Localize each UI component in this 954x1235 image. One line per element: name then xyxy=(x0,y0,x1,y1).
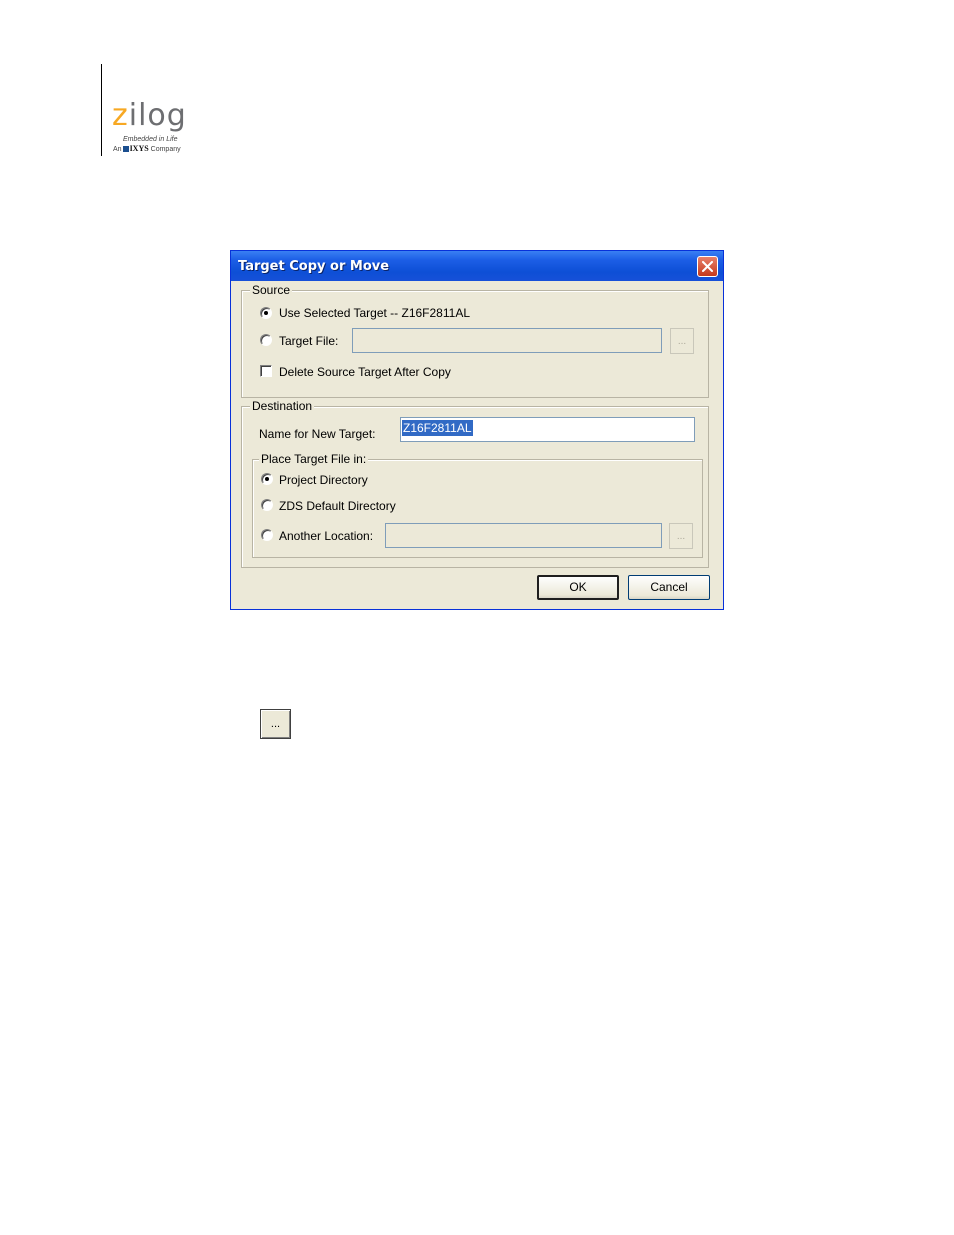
target-file-radio[interactable] xyxy=(260,334,272,346)
delete-source-checkbox[interactable] xyxy=(260,365,272,377)
new-target-name-value: Z16F2811AL xyxy=(402,420,473,436)
ok-button[interactable]: OK xyxy=(537,575,619,600)
new-target-name-input[interactable]: Z16F2811AL xyxy=(400,417,695,442)
use-selected-target-radio[interactable] xyxy=(260,307,272,319)
project-directory-label: Project Directory xyxy=(279,473,368,487)
dialog-title: Target Copy or Move xyxy=(238,259,390,274)
manual-page: zilog Embedded in Life An IXYS Company Ta… xyxy=(0,0,954,1235)
source-group: Source Use Selected Target -- Z16F2811AL… xyxy=(241,283,709,398)
destination-group: Destination Name for New Target: Z16F281… xyxy=(241,399,709,568)
source-legend: Source xyxy=(250,283,293,297)
zds-default-directory-radio[interactable] xyxy=(261,499,273,511)
browse-button[interactable]: ... xyxy=(260,709,291,739)
margin-rule xyxy=(101,64,102,156)
target-file-browse-button[interactable]: ... xyxy=(670,328,694,354)
another-location-radio[interactable] xyxy=(261,529,273,541)
ixys-mark-icon xyxy=(122,146,129,152)
another-location-input[interactable] xyxy=(385,523,662,548)
dialog-titlebar[interactable]: Target Copy or Move xyxy=(231,251,723,281)
place-target-group: Place Target File in: Project Directory … xyxy=(252,452,703,558)
zilog-logo: zilog Embedded in Life An IXYS Company xyxy=(112,100,202,155)
logo-wordmark: zilog xyxy=(112,98,187,133)
logo-company-line: An IXYS Company xyxy=(113,144,181,153)
close-icon xyxy=(702,261,713,272)
target-file-input[interactable] xyxy=(352,328,662,353)
target-file-label: Target File: xyxy=(279,334,339,348)
use-selected-target-label: Use Selected Target -- Z16F2811AL xyxy=(279,306,470,320)
target-copy-dialog: Target Copy or Move Source Use Selected … xyxy=(230,250,724,610)
destination-legend: Destination xyxy=(250,399,315,413)
another-location-browse-button[interactable]: ... xyxy=(669,523,693,549)
another-location-label: Another Location: xyxy=(279,529,374,543)
zds-default-directory-label: ZDS Default Directory xyxy=(279,499,396,513)
logo-tagline: Embedded in Life xyxy=(123,136,178,143)
new-target-name-label: Name for New Target: xyxy=(259,427,376,441)
project-directory-radio[interactable] xyxy=(261,473,273,485)
close-button[interactable] xyxy=(697,256,718,277)
cancel-button[interactable]: Cancel xyxy=(628,575,710,600)
delete-source-label: Delete Source Target After Copy xyxy=(279,365,451,379)
place-target-legend: Place Target File in: xyxy=(259,452,369,466)
